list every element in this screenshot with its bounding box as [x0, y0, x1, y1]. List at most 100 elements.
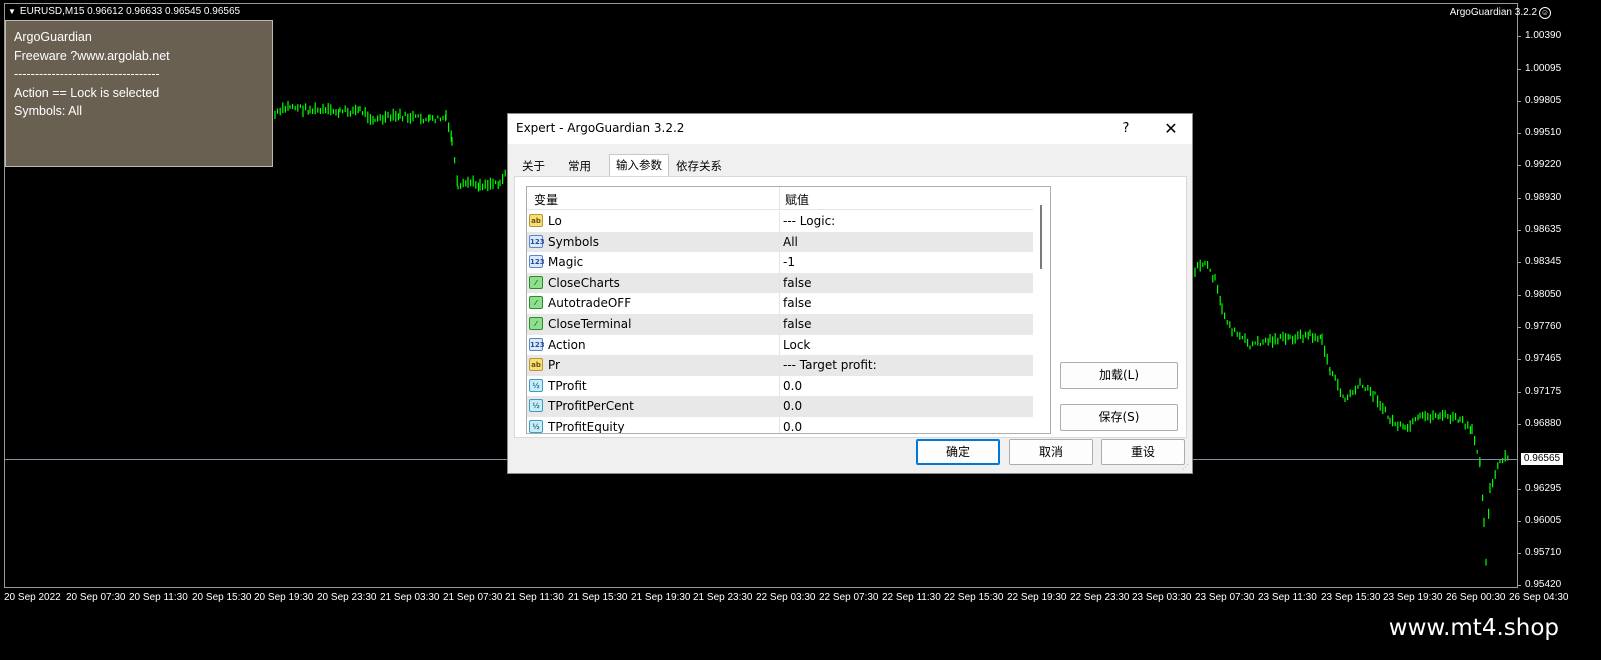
price-axis: 1.00390 1.00095 0.99805 0.99510 0.99220 … [1516, 3, 1601, 590]
time-tick: 23 Sep 15:30 [1321, 592, 1381, 603]
price-tick: 0.95710 [1516, 547, 1561, 558]
ok-button[interactable]: 确定 [916, 439, 1000, 465]
parameter-row[interactable]: ½ TProfitEquity 0.0 [527, 416, 1033, 433]
parameter-name: AutotradeOFF [548, 296, 632, 311]
time-tick: 22 Sep 19:30 [1007, 592, 1067, 603]
column-header-variable[interactable]: 变量 [534, 191, 558, 208]
price-tick: 0.96295 [1516, 483, 1561, 494]
parameter-row[interactable]: ½ TProfitPerCent 0.0 [527, 396, 1033, 417]
time-tick: 20 Sep 19:30 [254, 592, 314, 603]
price-tick: 0.98345 [1516, 256, 1561, 267]
parameter-row[interactable]: ½ TProfit 0.0 [527, 375, 1033, 397]
parameter-name: TProfitPerCent [548, 399, 634, 414]
help-button[interactable]: ? [1116, 119, 1136, 139]
dropdown-triangle-icon[interactable]: ▼ [8, 7, 16, 16]
integer-type-icon: 123 [529, 337, 545, 351]
info-line: Symbols: All [14, 104, 83, 119]
time-tick: 21 Sep 03:30 [380, 592, 440, 603]
price-tick: 0.97175 [1516, 386, 1561, 397]
parameter-value[interactable]: 0.0 [783, 379, 802, 393]
parameter-row[interactable]: ab Pr --- Target profit: [527, 355, 1033, 376]
tab-inputs[interactable]: 输入参数 [609, 154, 669, 178]
close-icon[interactable]: ✕ [1158, 119, 1184, 139]
scrollbar-thumb[interactable] [1040, 205, 1042, 269]
parameter-row[interactable]: 123 Symbols All [527, 231, 1033, 253]
tab-about[interactable]: 关于 [516, 157, 551, 176]
time-tick: 22 Sep 07:30 [819, 592, 879, 603]
parameter-value[interactable]: Lock [783, 338, 810, 352]
column-divider [779, 334, 780, 356]
time-tick: 23 Sep 07:30 [1195, 592, 1255, 603]
column-divider [779, 252, 780, 273]
column-divider [779, 293, 780, 314]
parameter-name: CloseTerminal [548, 316, 632, 331]
time-tick: 26 Sep 04:30 [1509, 592, 1569, 603]
time-tick: 21 Sep 07:30 [443, 592, 503, 603]
dialog-titlebar[interactable]: Expert - ArgoGuardian 3.2.2 ? ✕ [508, 114, 1192, 144]
price-tick: 0.99510 [1516, 127, 1561, 138]
boolean-type-icon: ⁄ [529, 296, 543, 310]
parameter-value[interactable]: All [783, 235, 798, 249]
double-type-icon: ½ [529, 419, 543, 433]
parameter-value[interactable]: --- Target profit: [783, 358, 877, 372]
price-tick: 0.97760 [1516, 321, 1561, 332]
time-tick: 26 Sep 00:30 [1446, 592, 1506, 603]
column-header-value[interactable]: 赋值 [785, 191, 809, 208]
load-button[interactable]: 加载(L) [1060, 362, 1178, 389]
parameter-row[interactable]: ⁄ AutotradeOFF false [527, 293, 1033, 314]
parameter-value[interactable]: -1 [783, 255, 795, 269]
column-divider [779, 313, 780, 335]
parameter-value[interactable]: 0.0 [783, 399, 802, 413]
parameter-name: TProfit [548, 378, 587, 393]
reset-button[interactable]: 重设 [1101, 439, 1185, 465]
price-tick: 0.95420 [1516, 579, 1561, 590]
parameter-row[interactable]: ⁄ CloseCharts false [527, 272, 1033, 294]
time-tick: 22 Sep 23:30 [1070, 592, 1130, 603]
string-type-icon: ab [529, 214, 543, 227]
info-line: ArgoGuardian [14, 30, 92, 44]
dialog-title: Expert - ArgoGuardian 3.2.2 [516, 121, 685, 135]
time-tick: 23 Sep 19:30 [1383, 592, 1443, 603]
parameter-row[interactable]: ⁄ CloseTerminal false [527, 313, 1033, 335]
time-tick: 22 Sep 03:30 [756, 592, 816, 603]
parameter-value[interactable]: false [783, 276, 812, 290]
boolean-type-icon: ⁄ [529, 316, 543, 330]
price-tick: 0.96005 [1516, 515, 1561, 526]
info-panel: ArgoGuardian Freeware ?www.argolab.net -… [5, 20, 273, 167]
parameter-row[interactable]: 123 Magic -1 [527, 252, 1033, 273]
resize-grip-icon[interactable]: ⋰ [1182, 463, 1190, 471]
parameter-row[interactable]: ab Lo --- Logic: [527, 211, 1033, 232]
footer-bar [0, 608, 1601, 660]
time-tick: 22 Sep 15:30 [944, 592, 1004, 603]
grid-scrollbar[interactable] [1033, 187, 1050, 433]
parameter-row[interactable]: 123 Action Lock [527, 334, 1033, 356]
column-divider [779, 375, 780, 397]
price-tick: 0.98050 [1516, 289, 1561, 300]
price-tick: 0.99220 [1516, 159, 1561, 170]
grid-header: 变量 赋值 [527, 187, 1033, 210]
tab-common[interactable]: 常用 [562, 157, 597, 176]
parameter-name: Action [548, 337, 586, 352]
price-tick: 0.98930 [1516, 192, 1561, 203]
column-divider [779, 396, 780, 417]
save-button[interactable]: 保存(S) [1060, 404, 1178, 431]
parameter-value[interactable]: false [783, 317, 812, 331]
parameter-value[interactable]: 0.0 [783, 420, 802, 433]
tab-dependencies[interactable]: 依存关系 [670, 157, 728, 176]
price-tick: 1.00390 [1516, 30, 1561, 41]
price-tick: 1.00095 [1516, 63, 1561, 74]
parameter-value[interactable]: false [783, 296, 812, 310]
time-tick: 21 Sep 19:30 [631, 592, 691, 603]
time-tick: 20 Sep 11:30 [129, 592, 188, 603]
info-line: Freeware ?www.argolab.net [14, 48, 170, 63]
cancel-button[interactable]: 取消 [1009, 439, 1093, 465]
integer-type-icon: 123 [529, 234, 545, 248]
column-divider[interactable] [779, 187, 780, 209]
time-tick: 23 Sep 03:30 [1132, 592, 1192, 603]
time-tick: 21 Sep 11:30 [505, 592, 564, 603]
symbol-text: EURUSD,M15 0.96612 0.96633 0.96545 0.965… [19, 6, 241, 17]
parameter-name: Symbols [548, 234, 599, 249]
column-divider [779, 272, 780, 294]
parameter-value[interactable]: --- Logic: [783, 214, 835, 228]
price-tick: 0.97465 [1516, 353, 1561, 364]
